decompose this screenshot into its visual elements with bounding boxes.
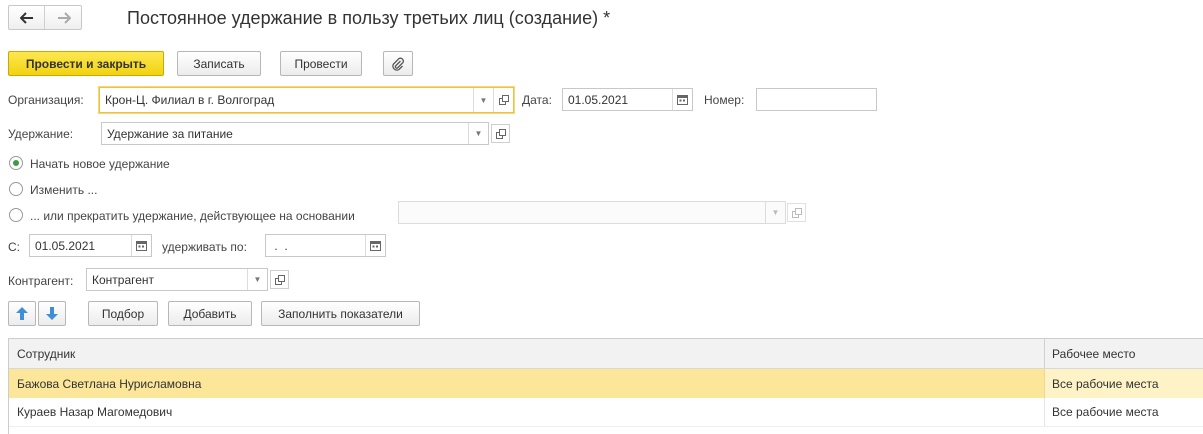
contractor-value: Контрагент bbox=[92, 272, 155, 287]
column-header-workplace[interactable]: Рабочее место bbox=[1052, 339, 1202, 368]
organization-open[interactable] bbox=[493, 88, 513, 112]
basis-dropdown[interactable]: ▼ bbox=[765, 202, 785, 223]
date-label: Дата: bbox=[522, 93, 552, 107]
table-header: Сотрудник Рабочее место bbox=[8, 338, 1203, 369]
radio-new-deduction[interactable] bbox=[9, 156, 23, 170]
chevron-down-icon: ▼ bbox=[474, 129, 483, 138]
arrow-down-icon bbox=[46, 307, 58, 320]
cell-workplace: Все рабочие места bbox=[1052, 405, 1159, 419]
deduction-label: Удержание: bbox=[8, 127, 74, 141]
deduction-field[interactable]: Удержание за питание ▼ bbox=[101, 122, 489, 145]
move-up-button[interactable] bbox=[8, 301, 36, 326]
cell-employee: Бажова Светлана Нурисламовна bbox=[17, 376, 202, 391]
add-button[interactable]: Добавить bbox=[168, 301, 252, 326]
hold-until-label: удерживать по: bbox=[162, 240, 247, 254]
open-icon bbox=[498, 95, 509, 105]
table-row[interactable]: Кураев Назар Магомедович Все рабочие мес… bbox=[8, 398, 1203, 427]
date-calendar-button[interactable] bbox=[672, 89, 692, 110]
post-button[interactable]: Провести bbox=[280, 51, 362, 76]
chevron-down-icon: ▼ bbox=[253, 275, 262, 284]
move-down-button[interactable] bbox=[38, 301, 66, 326]
forward-button[interactable] bbox=[46, 6, 82, 29]
chevron-down-icon: ▼ bbox=[479, 95, 488, 105]
arrow-up-icon bbox=[16, 307, 28, 320]
calendar-icon bbox=[370, 241, 381, 251]
column-header-employee[interactable]: Сотрудник bbox=[17, 339, 1042, 368]
open-icon bbox=[274, 274, 285, 285]
attach-button[interactable] bbox=[383, 51, 413, 76]
contractor-field[interactable]: Контрагент ▼ bbox=[86, 268, 268, 291]
chevron-down-icon: ▼ bbox=[771, 208, 780, 217]
radio-stop-label: ... или прекратить удержание, действующе… bbox=[30, 209, 355, 223]
nav-group bbox=[8, 5, 82, 30]
pick-button[interactable]: Подбор bbox=[88, 301, 158, 326]
deduction-open-button[interactable] bbox=[491, 124, 510, 143]
radio-stop[interactable] bbox=[9, 208, 23, 222]
cell-employee: Кураев Назар Магомедович bbox=[17, 405, 173, 419]
contractor-dropdown[interactable]: ▼ bbox=[247, 269, 267, 290]
contractor-open-button[interactable] bbox=[270, 270, 289, 289]
organization-label: Организация: bbox=[8, 93, 84, 107]
radio-change[interactable] bbox=[9, 182, 23, 196]
post-and-close-button[interactable]: Провести и закрыть bbox=[8, 51, 164, 76]
number-label: Номер: bbox=[704, 93, 745, 107]
table-left-border bbox=[8, 338, 9, 434]
date-field[interactable]: 01.05.2021 bbox=[562, 88, 693, 111]
hold-until-field[interactable]: . . bbox=[265, 234, 386, 257]
radio-new-label: Начать новое удержание bbox=[30, 157, 170, 171]
fill-indicators-button[interactable]: Заполнить показатели bbox=[261, 301, 420, 326]
deduction-dropdown[interactable]: ▼ bbox=[468, 123, 488, 144]
open-icon bbox=[495, 128, 506, 139]
organization-dropdown[interactable]: ▼ bbox=[473, 88, 493, 112]
column-divider bbox=[1044, 339, 1045, 368]
radio-change-label: Изменить ... bbox=[30, 183, 98, 197]
number-field[interactable] bbox=[756, 88, 877, 111]
from-calendar-button[interactable] bbox=[131, 235, 151, 256]
calendar-icon bbox=[677, 95, 688, 105]
from-label: С: bbox=[8, 240, 20, 254]
calendar-icon bbox=[136, 241, 147, 251]
arrow-right-icon bbox=[58, 11, 71, 24]
from-date-field[interactable]: 01.05.2021 bbox=[29, 234, 152, 257]
deduction-value: Удержание за питание bbox=[107, 126, 233, 141]
open-icon bbox=[791, 207, 802, 218]
back-button[interactable] bbox=[9, 6, 45, 29]
save-button[interactable]: Записать bbox=[177, 51, 261, 76]
organization-field[interactable]: Крон-Ц. Филиал в г. Волгоград ▼ bbox=[99, 87, 514, 113]
arrow-left-icon bbox=[19, 11, 33, 24]
organization-value: Крон-Ц. Филиал в г. Волгоград bbox=[105, 93, 275, 107]
hold-until-calendar-button[interactable] bbox=[365, 235, 385, 256]
column-divider bbox=[1044, 398, 1045, 426]
paperclip-icon bbox=[392, 57, 404, 71]
basis-open-button[interactable] bbox=[787, 203, 806, 222]
page-title: Постоянное удержание в пользу третьих ли… bbox=[127, 8, 611, 28]
cell-workplace: Все рабочие места bbox=[1052, 376, 1159, 391]
contractor-label: Контрагент: bbox=[8, 274, 74, 288]
basis-field[interactable]: ▼ bbox=[398, 201, 786, 224]
table-row[interactable]: Бажова Светлана Нурисламовна Все рабочие… bbox=[8, 369, 1203, 398]
